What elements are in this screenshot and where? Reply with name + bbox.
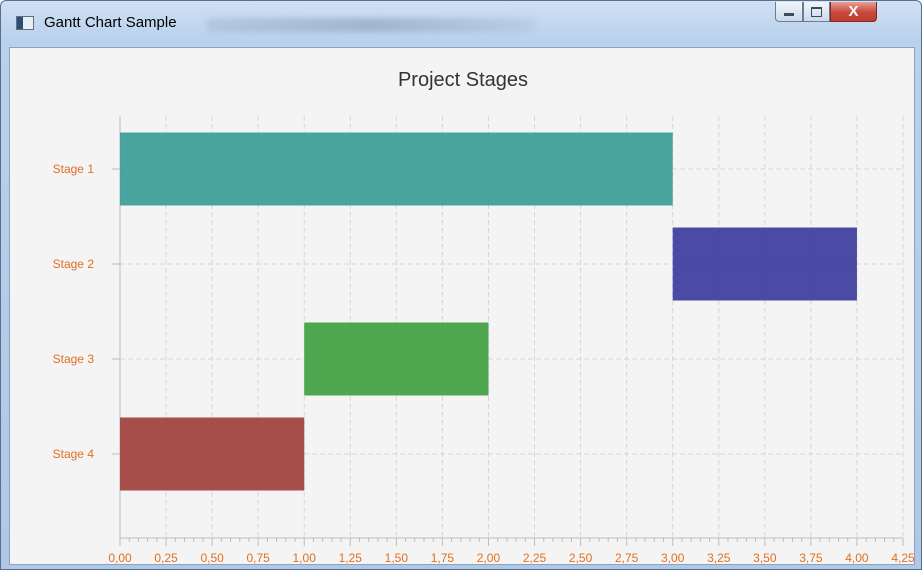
y-category-label: Stage 1 <box>53 162 95 176</box>
x-tick-label: 1,75 <box>431 551 455 565</box>
maximize-button[interactable] <box>803 2 830 22</box>
x-tick-label: 3,50 <box>753 551 777 565</box>
x-tick-label: 3,00 <box>661 551 685 565</box>
y-category-label: Stage 4 <box>53 447 95 461</box>
close-button[interactable]: X <box>830 2 877 22</box>
x-tick-label: 0,50 <box>200 551 224 565</box>
x-tick-label: 2,50 <box>569 551 593 565</box>
x-tick-label: 4,00 <box>845 551 869 565</box>
x-tick-label: 2,00 <box>477 551 501 565</box>
window-title: Gantt Chart Sample <box>44 14 177 31</box>
x-tick-label: 4,25 <box>891 551 915 565</box>
gantt-bar-stage-4 <box>120 417 305 491</box>
x-tick-label: 0,00 <box>108 551 132 565</box>
close-icon: X <box>848 2 859 20</box>
app-window-icon <box>16 16 34 30</box>
x-tick-label: 1,00 <box>293 551 317 565</box>
y-category-label: Stage 3 <box>53 352 95 366</box>
blurred-title-region <box>206 18 536 32</box>
x-tick-label: 2,25 <box>523 551 547 565</box>
gantt-chart: Stage 1 Stage 2 Stage 3 Stage 4 0,00 0,25 0,50… <box>53 116 915 565</box>
app-window: Gantt Chart Sample X Project Stages Stag… <box>0 0 922 570</box>
x-tick-label: 1,50 <box>385 551 409 565</box>
gantt-bar-stage-3 <box>304 322 489 396</box>
maximize-icon <box>811 6 822 17</box>
chart-area: Project Stages Stage 1 Stage 2 Stage 3 Stag… <box>9 47 915 565</box>
x-tick-label: 0,75 <box>246 551 270 565</box>
title-bar[interactable]: Gantt Chart Sample X <box>1 1 921 47</box>
x-tick-label: 1,25 <box>339 551 363 565</box>
x-tick-label: 2,75 <box>615 551 639 565</box>
gantt-bar-stage-1 <box>120 132 673 206</box>
y-category-label: Stage 2 <box>53 257 95 271</box>
minimize-button[interactable] <box>775 2 803 22</box>
gantt-bar-stage-2 <box>672 227 857 301</box>
minimize-icon <box>784 13 794 16</box>
x-tick-label: 0,25 <box>154 551 178 565</box>
x-tick-label: 3,75 <box>799 551 823 565</box>
x-tick-label: 3,25 <box>707 551 731 565</box>
